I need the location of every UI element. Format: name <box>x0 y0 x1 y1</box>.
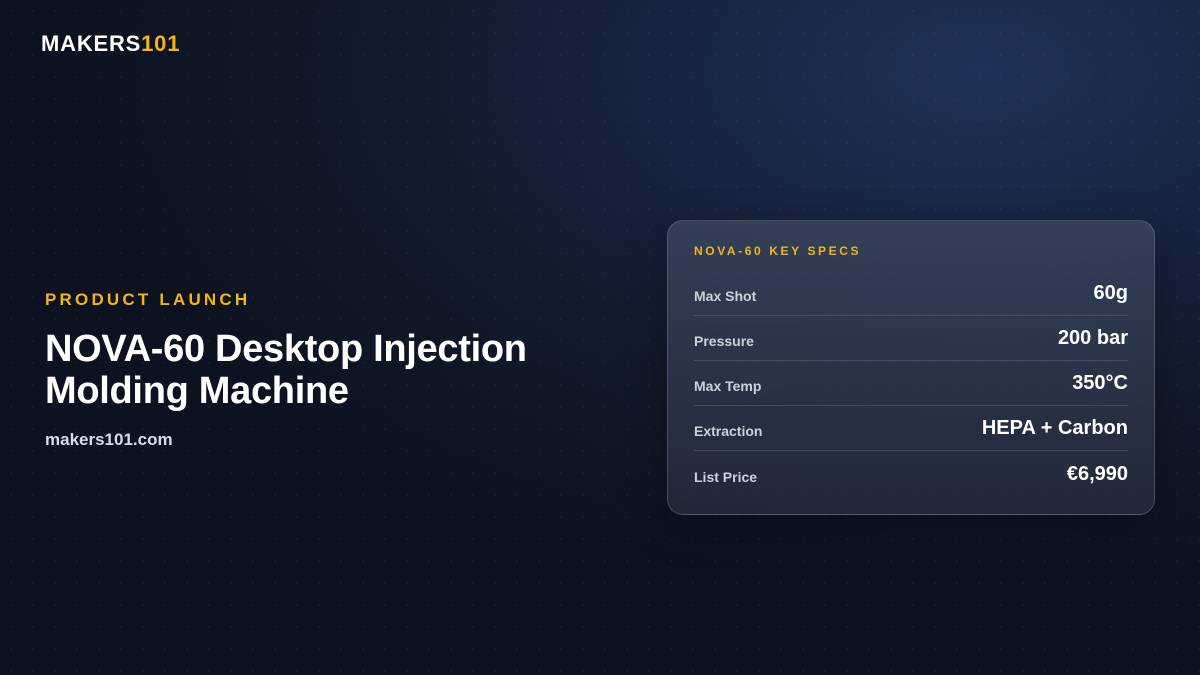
spec-row-max-temp: Max Temp 350°C <box>694 362 1128 406</box>
spec-label: Extraction <box>694 423 763 439</box>
brand-logo: MAKERS101 <box>41 31 180 57</box>
spec-row-list-price: List Price €6,990 <box>694 452 1128 496</box>
spec-value: 60g <box>1093 282 1128 304</box>
hero-title-line-2: Molding Machine <box>45 370 349 412</box>
spec-label: Pressure <box>694 333 754 349</box>
hero-section: PRODUCT LAUNCH NOVA-60 Desktop Injection… <box>45 290 605 450</box>
spec-value: 200 bar <box>1057 327 1128 349</box>
spec-label: List Price <box>694 469 758 485</box>
brand-logo-number: 101 <box>141 31 181 56</box>
spec-label: Max Shot <box>694 288 757 304</box>
spec-value: €6,990 <box>1066 463 1128 485</box>
spec-row-max-shot: Max Shot 60g <box>694 272 1128 316</box>
specs-card-title: NOVA-60 KEY SPECS <box>694 244 862 258</box>
brand-logo-word: MAKERS <box>41 31 142 56</box>
spec-value: 350°C <box>1072 372 1128 394</box>
spec-row-pressure: Pressure 200 bar <box>694 317 1128 361</box>
specs-list: Max Shot 60g Pressure 200 bar Max Temp 3… <box>694 272 1128 496</box>
spec-value: HEPA + Carbon <box>981 417 1128 439</box>
hero-title: NOVA-60 Desktop Injection Molding Machin… <box>45 328 605 412</box>
hero-title-line-1: NOVA-60 Desktop Injection <box>45 328 527 370</box>
website-url: makers101.com <box>45 430 173 449</box>
spec-row-extraction: Extraction HEPA + Carbon <box>694 407 1128 451</box>
specs-card: NOVA-60 KEY SPECS Max Shot 60g Pressure … <box>667 220 1155 515</box>
spec-label: Max Temp <box>694 378 762 394</box>
hero-eyebrow: PRODUCT LAUNCH <box>45 290 251 309</box>
